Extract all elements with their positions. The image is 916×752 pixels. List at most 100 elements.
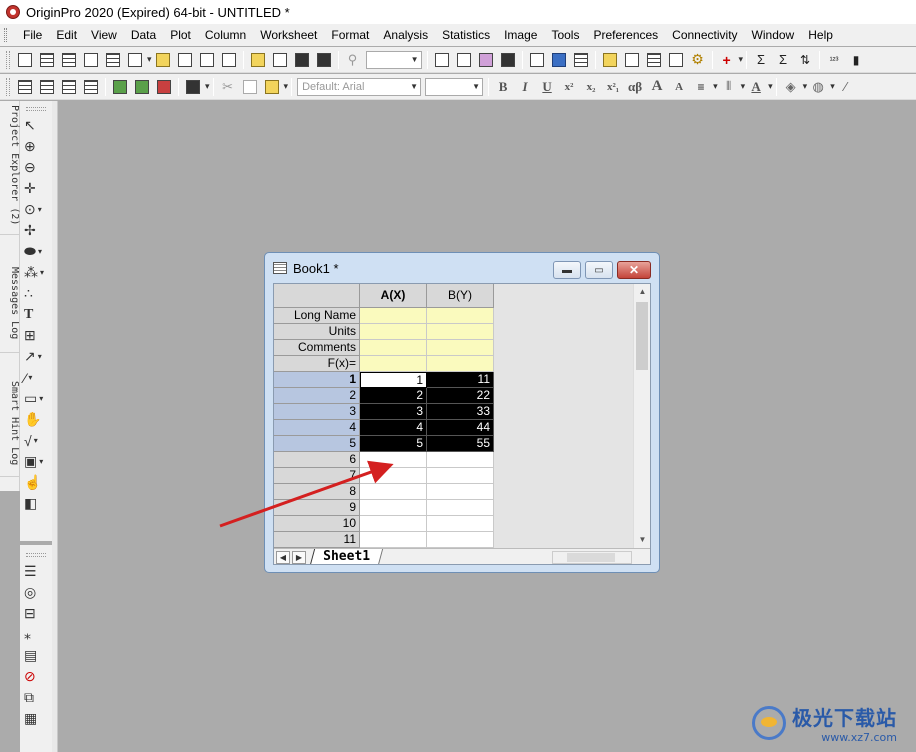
save-button[interactable] [292,50,312,70]
subscript-button[interactable]: x₂ [581,77,601,97]
font-combo[interactable]: Default: Arial ▼ [297,77,422,96]
zoom-out-tool[interactable]: ⊖ [24,157,48,178]
text-tool[interactable]: T [24,304,48,325]
error-button[interactable]: ⊘ [24,666,48,687]
horizontal-scrollbar[interactable] [552,551,632,564]
annotation-tool[interactable]: ⊞ [24,325,48,346]
toolbar-grip[interactable] [6,50,10,69]
insert-graph-tool[interactable]: ▣ ▾ [24,451,48,472]
meta-cell[interactable] [360,340,427,356]
add-column-button[interactable] [15,77,35,97]
zoom-combo[interactable]: ▼ [365,50,422,69]
menu-window[interactable]: Window [745,24,802,46]
layer-list-button[interactable]: ☰ [24,561,48,582]
chevron-down-icon[interactable]: ▾ [830,81,835,92]
tree-button[interactable] [110,77,130,97]
app-finder-button[interactable] [622,50,642,70]
new-notes-button[interactable] [175,50,195,70]
draw-data-tool[interactable]: ∴ [24,283,48,304]
data-cell[interactable] [427,484,494,500]
column-header-b[interactable]: B(Y) [427,284,494,308]
zoom-in-tool[interactable]: ⊕ [24,136,48,157]
align-button[interactable]: ≡ [691,77,711,97]
line-tool[interactable]: ⁄ ▾ [24,367,48,388]
new-plot-button[interactable] [125,50,145,70]
dock-splitter[interactable] [52,101,58,752]
cut-button[interactable]: ✂ [218,77,238,97]
menu-format[interactable]: Format [324,24,376,46]
chevron-down-icon[interactable]: ▾ [768,81,773,92]
palette-button[interactable]: ◍ [808,77,828,97]
meta-cell[interactable] [360,324,427,340]
export-button[interactable] [454,50,474,70]
data-cell[interactable] [427,452,494,468]
toolbar-grip[interactable] [6,77,10,96]
new-excel-button[interactable] [197,50,217,70]
row-number[interactable]: 9 [274,500,360,516]
row-number[interactable]: 10 [274,516,360,532]
menu-analysis[interactable]: Analysis [376,24,435,46]
row-number[interactable]: 11 [274,532,360,548]
menu-connectivity[interactable]: Connectivity [665,24,744,46]
row-number[interactable]: 8 [274,484,360,500]
chevron-down-icon[interactable]: ▾ [205,81,210,92]
rectangle-tool[interactable]: ▭ ▾ [24,388,48,409]
grid-button[interactable]: ▦ [24,708,48,729]
merge-graph-button[interactable]: ⧉ [24,687,48,708]
row-label[interactable]: Long Name [274,308,360,324]
column-header-a[interactable]: A(X) [360,284,427,308]
data-cell[interactable]: 4 [360,420,427,436]
menu-worksheet[interactable]: Worksheet [253,24,324,46]
new-project-button[interactable] [15,50,35,70]
arrow-tool[interactable]: ↗ ▾ [24,346,48,367]
code-builder-button[interactable] [527,50,547,70]
pan-tool[interactable]: ✋ [24,409,48,430]
project-explorer-button[interactable] [549,50,569,70]
row-number[interactable]: 5 [274,436,360,452]
data-cell[interactable]: 22 [427,388,494,404]
save-template-button[interactable] [314,50,334,70]
object-tool[interactable]: ◧ [24,493,48,514]
menu-image[interactable]: Image [497,24,544,46]
row-label[interactable]: Units [274,324,360,340]
circle-button[interactable]: ◎ [24,582,48,603]
supsub-button[interactable]: x²₁ [603,77,623,97]
copy-page-button[interactable] [476,50,496,70]
scroll-down-icon[interactable]: ▼ [634,532,650,548]
menu-help[interactable]: Help [801,24,840,46]
open-button[interactable] [248,50,268,70]
new-function-button[interactable] [103,50,123,70]
vertical-scrollbar[interactable]: ▲ ▼ [633,284,650,548]
scroll-thumb[interactable] [636,302,648,370]
meta-cell[interactable] [427,308,494,324]
meta-cell[interactable] [360,308,427,324]
row-number[interactable]: 7 [274,468,360,484]
settings-button[interactable]: ⚙ [688,50,708,70]
data-cell[interactable] [360,468,427,484]
movie-button[interactable] [498,50,518,70]
italic-button[interactable]: I [515,77,535,97]
chevron-down-icon[interactable]: ▾ [739,54,744,65]
row-number[interactable]: 6 [274,452,360,468]
chevron-down-icon[interactable]: ▾ [284,81,289,92]
copy-button[interactable] [240,77,260,97]
menubar-grip[interactable] [4,28,7,42]
data-cell[interactable] [427,468,494,484]
script-window-button[interactable] [666,50,686,70]
data-cell[interactable] [360,532,427,548]
toolbar-grip[interactable] [26,553,46,557]
new-script-button[interactable] [219,50,239,70]
menu-file[interactable]: File [16,24,49,46]
pointer-tool[interactable]: ↖ [24,115,48,136]
sort-button[interactable]: ⇅ [795,50,815,70]
minimize-button[interactable]: ▬ [553,261,581,279]
column-plot-button[interactable]: ▮ [846,50,866,70]
region-tool[interactable]: ⁂ ▾ [24,262,48,283]
row-number[interactable]: 1 [274,372,360,388]
data-cell[interactable]: 33 [427,404,494,420]
font-size-combo[interactable]: ▼ [425,77,484,96]
set-y-button[interactable] [59,77,79,97]
mask-tool[interactable]: ⬬ ▾ [24,241,48,262]
menu-column[interactable]: Column [198,24,253,46]
meta-cell[interactable] [427,356,494,372]
